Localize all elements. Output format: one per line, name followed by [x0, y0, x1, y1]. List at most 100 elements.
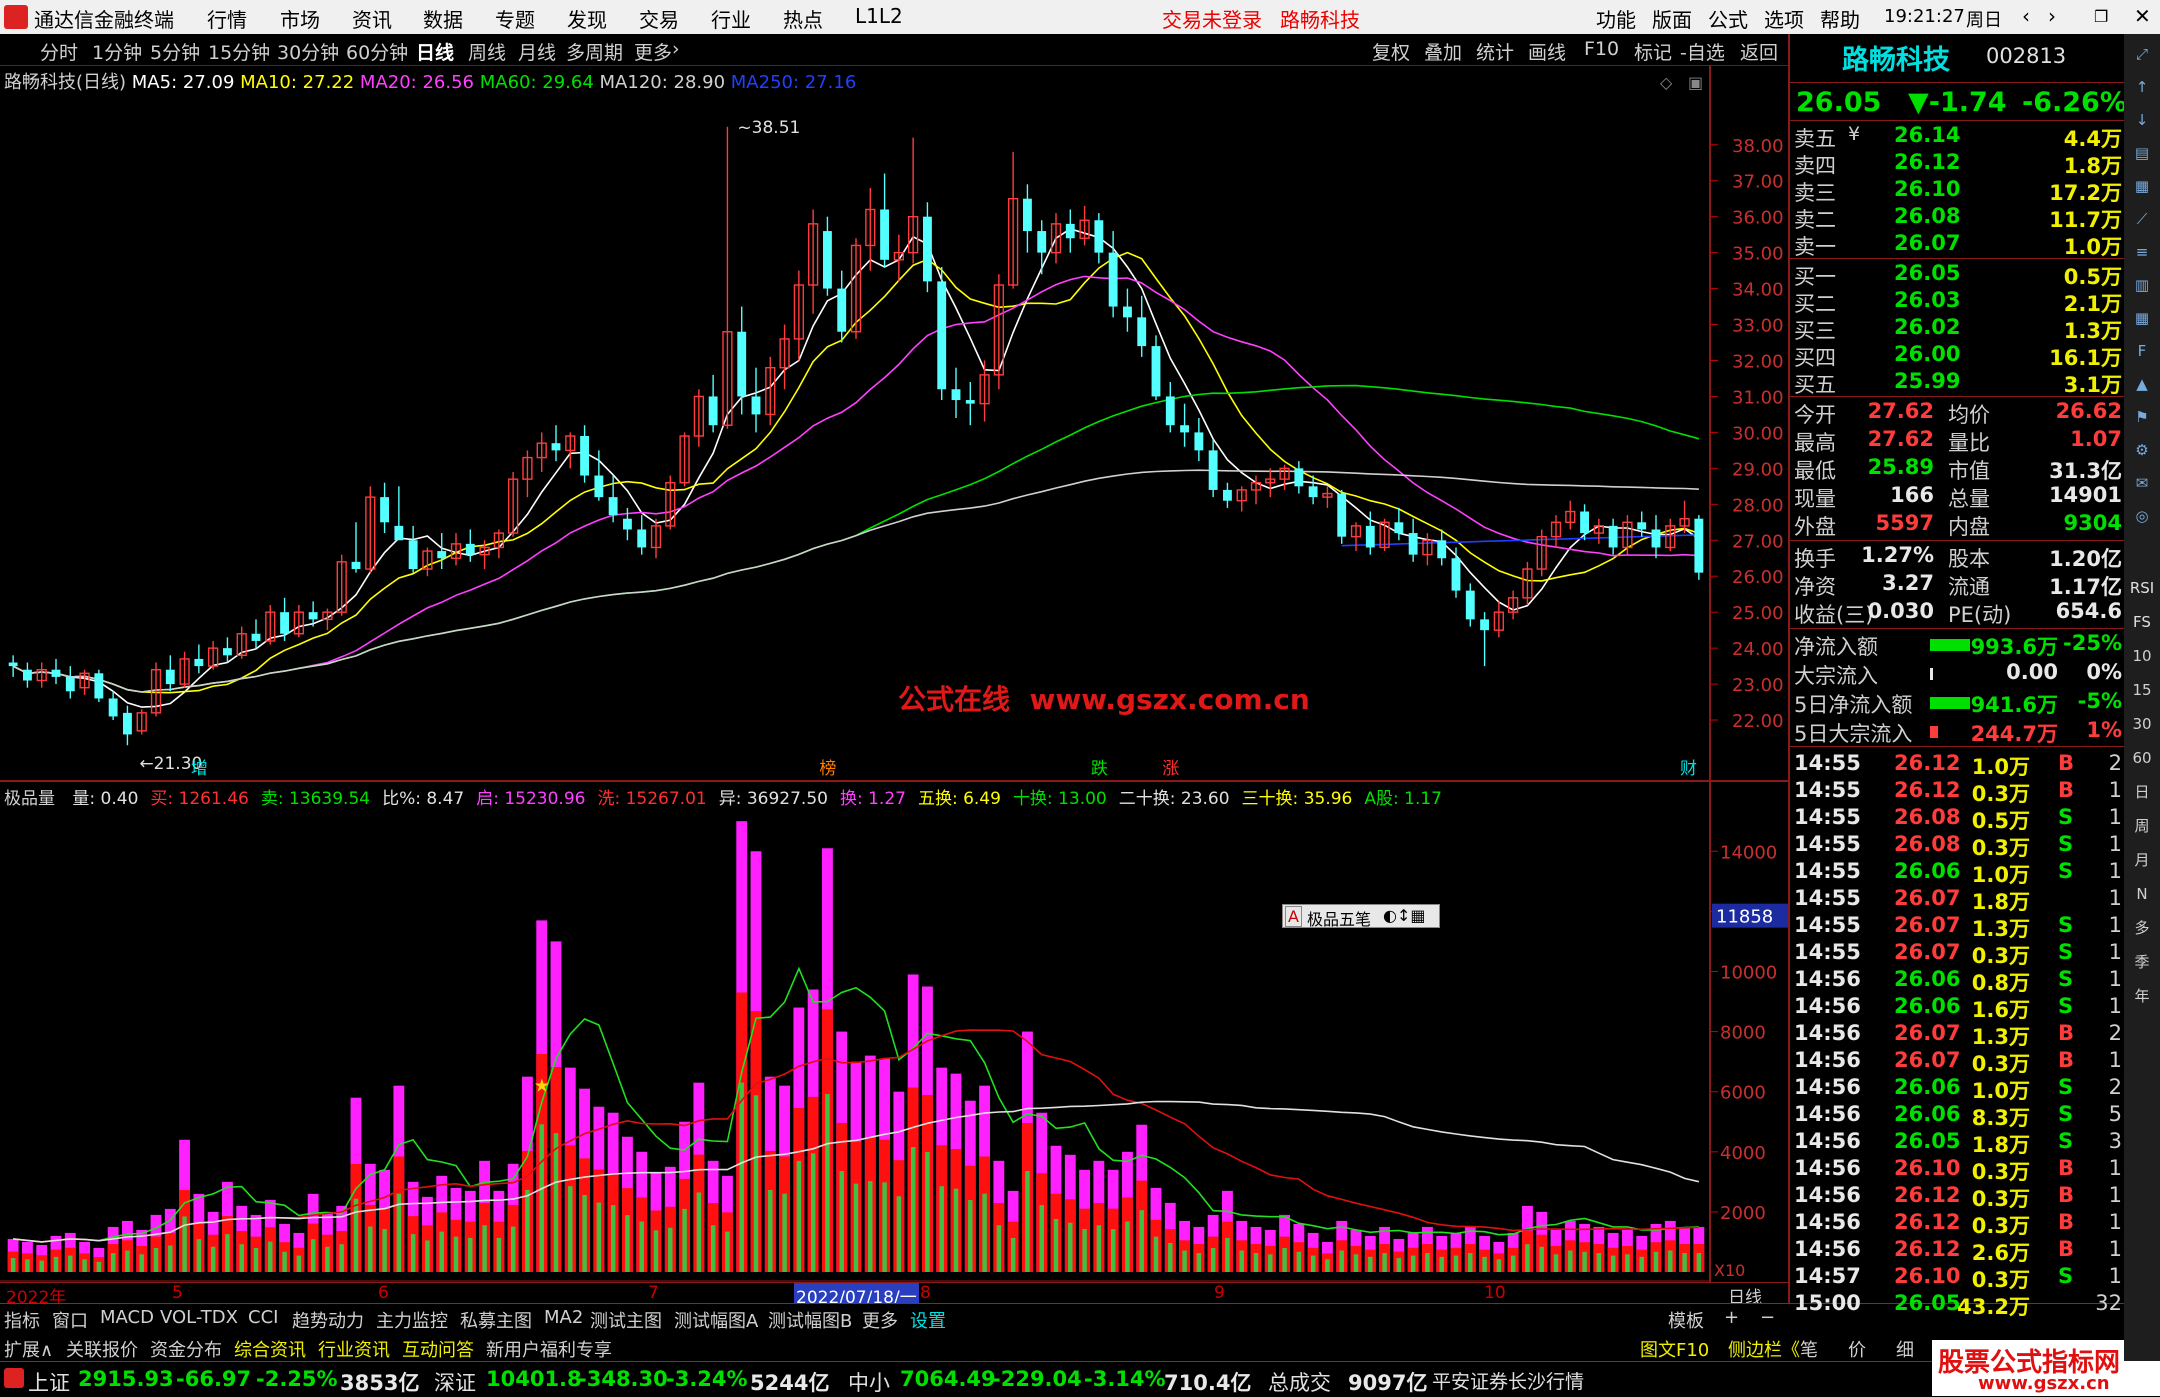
tab-ceshifutua[interactable]: 测试幅图A — [674, 1307, 758, 1333]
period-daily[interactable]: 日线 — [416, 38, 454, 65]
period-30min[interactable]: 30分钟 — [277, 38, 339, 65]
menu-shichang[interactable]: 市场 — [280, 4, 320, 33]
tab-bi[interactable]: 笔 — [1800, 1336, 1818, 1362]
sh-label[interactable]: 上证 — [28, 1367, 70, 1397]
tab-macd[interactable]: MACD — [100, 1307, 154, 1328]
tab-jia[interactable]: 价 — [1848, 1336, 1866, 1362]
chart-icon[interactable]: ⟋ — [2128, 205, 2156, 233]
volume-chart[interactable]: 140001200010000800060004000200011858X10★ — [0, 782, 1788, 1282]
broker-name[interactable]: 平安证券长沙行情 — [1432, 1367, 1584, 1394]
menu-gongshi[interactable]: 公式 — [1708, 4, 1748, 33]
overlay-wubi-box[interactable]: A 极品五笔 ◐↕▦ — [1282, 904, 1440, 929]
side-tool-7[interactable]: 周 — [2128, 812, 2156, 840]
expand-icon[interactable]: ⤢ — [2128, 40, 2156, 68]
btn-fanhui[interactable]: 返回 — [1740, 38, 1778, 65]
side-tool-4[interactable]: 30 — [2128, 710, 2156, 738]
side-tool-6[interactable]: 日 — [2128, 778, 2156, 806]
ranking-icon[interactable]: ≡ — [2128, 238, 2156, 266]
side-tool-8[interactable]: 月 — [2128, 846, 2156, 874]
tick-list[interactable]: 14:55 26.12 1.0万 B 2 14:55 26.12 0.3万 B 1 14:55 26.… — [1790, 746, 2126, 1319]
bars-icon[interactable]: ▥ — [2128, 271, 2156, 299]
side-tool-3[interactable]: 15 — [2128, 676, 2156, 704]
btn-template[interactable]: 模板 — [1668, 1307, 1704, 1333]
tab-more[interactable]: 更多 — [862, 1307, 898, 1333]
tab-chuangkou[interactable]: 窗口 — [52, 1307, 88, 1333]
menu-gongneng[interactable]: 功能 — [1596, 4, 1636, 33]
period-monthly[interactable]: 月线 — [518, 38, 556, 65]
menu-zixun[interactable]: 资讯 — [352, 4, 392, 33]
menu-hangye[interactable]: 行业 — [711, 4, 751, 33]
menu-hangqing[interactable]: 行情 — [207, 4, 247, 33]
mail-icon[interactable]: ✉ — [2128, 469, 2156, 497]
side-tool-0[interactable]: RSI — [2128, 574, 2156, 602]
login-status[interactable]: 交易未登录 — [1162, 4, 1262, 33]
tab-newuser[interactable]: 新用户福利专享 — [486, 1336, 612, 1362]
tab-ma2[interactable]: MA2 — [544, 1307, 583, 1328]
tab-zhibiao[interactable]: 指标 — [4, 1307, 40, 1333]
back-arrow-icon[interactable]: ‹ — [2022, 4, 2030, 28]
sz-label[interactable]: 深证 — [434, 1367, 476, 1397]
side-tool-5[interactable]: 60 — [2128, 744, 2156, 772]
grid-icon[interactable]: ▤ — [2128, 139, 2156, 167]
tab-hudongwenda[interactable]: 互动问答 — [402, 1336, 474, 1362]
tab-zonghezixun[interactable]: 综合资讯 — [234, 1336, 306, 1362]
period-15min[interactable]: 15分钟 — [208, 38, 270, 65]
period-weekly[interactable]: 周线 — [468, 38, 506, 65]
btn-biaoji[interactable]: 标记 — [1634, 38, 1672, 65]
overlay-a-icon[interactable]: A — [1285, 906, 1302, 927]
close-window-icon[interactable]: ✕ — [2134, 4, 2151, 28]
period-1min[interactable]: 1分钟 — [92, 38, 142, 65]
tab-tuwenf10[interactable]: 图文F10 — [1640, 1336, 1709, 1362]
trend-icon[interactable]: ▦ — [2128, 172, 2156, 200]
settings-icon[interactable]: ⚙ — [2128, 436, 2156, 464]
tab-simuzhutu[interactable]: 私募主图 — [460, 1307, 532, 1333]
flag-icon[interactable]: ⚑ — [2128, 403, 2156, 431]
down-arrow-icon[interactable]: ↓ — [2128, 106, 2156, 134]
menu-l1l2[interactable]: L1L2 — [855, 4, 903, 28]
side-tool-11[interactable]: 季 — [2128, 948, 2156, 976]
btn-add-pane[interactable]: + — [1724, 1307, 1739, 1328]
tab-guanlianbaojia[interactable]: 关联报价 — [66, 1336, 138, 1362]
circle-icon[interactable]: ◎ — [2128, 502, 2156, 530]
kline-chart[interactable]: 38.00 37.00 36.00 35.00 34.00 33.00 32.00 31.00… — [0, 66, 1788, 782]
period-60min[interactable]: 60分钟 — [346, 38, 408, 65]
tab-zhulijiankong[interactable]: 主力监控 — [376, 1307, 448, 1333]
menu-shuju[interactable]: 数据 — [423, 4, 463, 33]
side-tool-2[interactable]: 10 — [2128, 642, 2156, 670]
side-tool-10[interactable]: 多 — [2128, 914, 2156, 942]
tab-zijinfenbu[interactable]: 资金分布 — [150, 1336, 222, 1362]
forward-arrow-icon[interactable]: › — [2048, 4, 2056, 28]
btn-f10[interactable]: F10 — [1584, 38, 1619, 60]
btn-remove-pane[interactable]: − — [1760, 1307, 1775, 1328]
tab-qushidongli[interactable]: 趋势动力 — [292, 1307, 364, 1333]
tab-kuozhan[interactable]: 扩展∧ — [4, 1336, 53, 1362]
zx-label[interactable]: 中小 — [848, 1367, 890, 1397]
tab-ceshizhutu[interactable]: 测试主图 — [590, 1307, 662, 1333]
side-tool-9[interactable]: N — [2128, 880, 2156, 908]
side-tool-12[interactable]: 年 — [2128, 982, 2156, 1010]
tab-hangyezixun[interactable]: 行业资讯 — [318, 1336, 390, 1362]
btn-huaxian[interactable]: 画线 — [1528, 38, 1566, 65]
btn-diejia[interactable]: 叠加 — [1424, 38, 1462, 65]
tab-cci[interactable]: CCI — [248, 1307, 278, 1328]
period-multi[interactable]: 多周期 — [566, 38, 623, 65]
side-tool-1[interactable]: FS — [2128, 608, 2156, 636]
period-more[interactable]: 更多 — [634, 38, 672, 65]
overlay-controls-icon[interactable]: ◐↕▦ — [1383, 906, 1425, 925]
kline-panel[interactable]: 路畅科技(日线) MA5: 27.09 MA10: 27.22 MA20: 26… — [0, 66, 1788, 782]
more-chevron-icon[interactable]: › — [672, 38, 680, 60]
menu-banmian[interactable]: 版面 — [1652, 4, 1692, 33]
volume-panel[interactable]: 极品量 量: 0.40 买: 1261.46 卖: 13639.54 比%: 8.47… — [0, 782, 1788, 1282]
tab-cebianlan[interactable]: 侧边栏《 — [1728, 1336, 1800, 1362]
btn-zixuan[interactable]: -自选 — [1680, 38, 1725, 65]
btn-fuquan[interactable]: 复权 — [1372, 38, 1410, 65]
menu-bangzhu[interactable]: 帮助 — [1820, 4, 1860, 33]
tab-xi[interactable]: 细 — [1896, 1336, 1914, 1362]
restore-window-icon[interactable]: ❐ — [2094, 7, 2108, 26]
tab-shezhi[interactable]: 设置 — [910, 1307, 946, 1333]
menu-jiaoyi[interactable]: 交易 — [639, 4, 679, 33]
menu-xuanxiang[interactable]: 选项 — [1764, 4, 1804, 33]
btn-tongji[interactable]: 统计 — [1476, 38, 1514, 65]
chip-icon[interactable]: ▲ — [2128, 370, 2156, 398]
menu-redian[interactable]: 热点 — [783, 4, 823, 33]
